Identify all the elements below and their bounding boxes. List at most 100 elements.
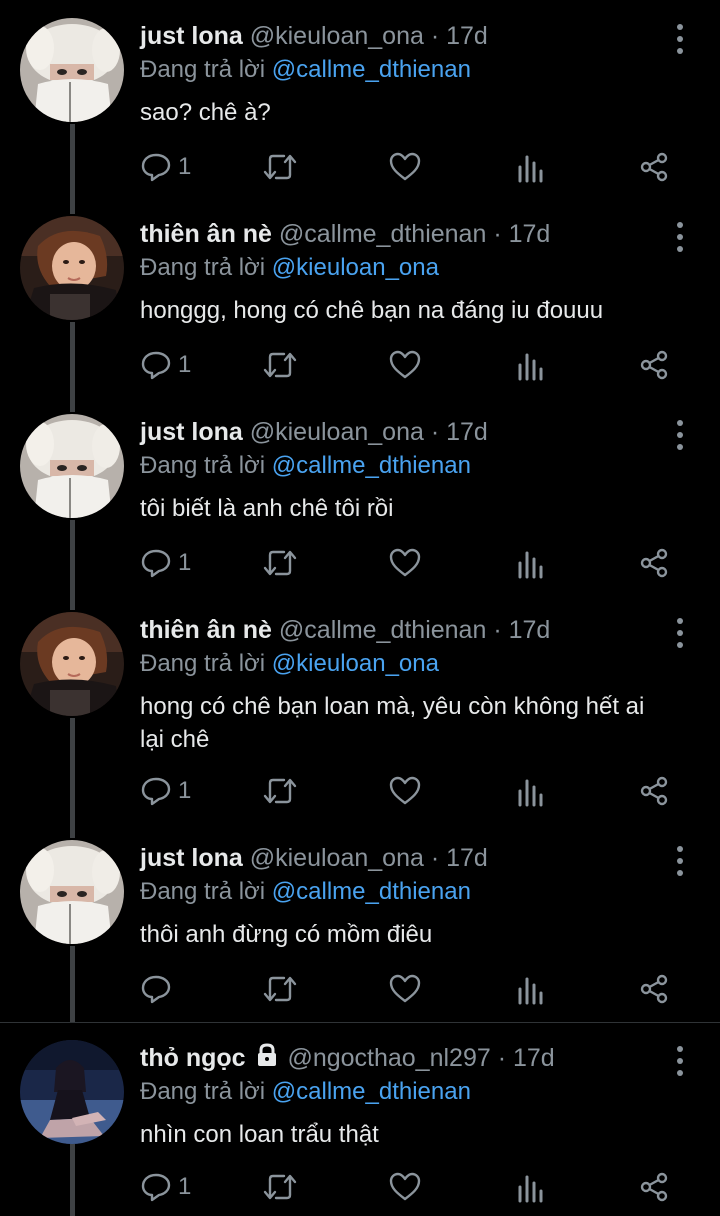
reply-button[interactable]: 1 bbox=[140, 345, 191, 385]
tweet[interactable]: just lona @kieuloan_ona · 17d Đang trả l… bbox=[0, 822, 720, 1022]
separator-dot: · bbox=[430, 22, 440, 50]
avatar[interactable] bbox=[20, 612, 124, 716]
heart-icon bbox=[389, 776, 421, 805]
analytics-button[interactable] bbox=[516, 1167, 546, 1207]
reply-mention-link[interactable]: @callme_dthienan bbox=[272, 1078, 471, 1105]
replying-to-label: Đang trả lời bbox=[140, 1078, 266, 1105]
retweet-button[interactable] bbox=[262, 969, 298, 1009]
tweet[interactable]: thiên ân nè @callme_dthienan · 17d Đang … bbox=[0, 198, 720, 396]
retweet-button[interactable] bbox=[262, 1167, 298, 1207]
like-button[interactable] bbox=[388, 771, 422, 811]
user-handle[interactable]: @callme_dthienan bbox=[279, 616, 486, 644]
retweet-icon bbox=[263, 1174, 297, 1200]
display-name[interactable]: thỏ ngọc bbox=[140, 1044, 246, 1072]
display-name[interactable]: just lona bbox=[140, 418, 243, 446]
heart-icon bbox=[389, 1172, 421, 1201]
more-options-icon[interactable] bbox=[672, 846, 688, 876]
timestamp[interactable]: 17d bbox=[446, 844, 488, 872]
tweet-text: sao? chê à? bbox=[140, 99, 271, 126]
reply-count: 1 bbox=[178, 351, 192, 378]
timestamp[interactable]: 17d bbox=[513, 1044, 555, 1072]
tweet[interactable]: just lona @kieuloan_ona · 17d Đang trả l… bbox=[0, 0, 720, 198]
display-name[interactable]: thiên ân nè bbox=[140, 220, 272, 248]
lock-icon bbox=[258, 1043, 277, 1066]
like-button[interactable] bbox=[388, 147, 422, 187]
reply-button[interactable] bbox=[140, 969, 178, 1009]
share-icon bbox=[640, 548, 668, 578]
analytics-icon bbox=[518, 1175, 543, 1203]
timestamp[interactable]: 17d bbox=[446, 22, 488, 50]
user-handle[interactable]: @kieuloan_ona bbox=[250, 844, 424, 872]
analytics-button[interactable] bbox=[516, 969, 546, 1009]
share-icon bbox=[640, 974, 668, 1004]
more-options-icon[interactable] bbox=[672, 618, 688, 648]
retweet-icon bbox=[263, 352, 297, 378]
reply-button[interactable]: 1 bbox=[140, 1167, 191, 1207]
reply-mention-link[interactable]: @kieuloan_ona bbox=[272, 254, 439, 281]
tweet-text: thôi anh đừng có mồm điêu bbox=[140, 921, 433, 948]
heart-icon bbox=[389, 974, 421, 1003]
separator-dot: · bbox=[493, 616, 502, 644]
timestamp[interactable]: 17d bbox=[446, 418, 488, 446]
tweet[interactable]: thỏ ngọc @ngocthao_nl297 · 17d Đang trả … bbox=[0, 1022, 720, 1216]
more-options-icon[interactable] bbox=[672, 222, 688, 252]
retweet-button[interactable] bbox=[262, 543, 298, 583]
replying-to-label: Đang trả lời bbox=[140, 650, 266, 677]
share-button[interactable] bbox=[638, 543, 670, 583]
display-name[interactable]: thiên ân nè bbox=[140, 616, 272, 644]
user-handle[interactable]: @callme_dthienan bbox=[279, 220, 486, 248]
analytics-icon bbox=[518, 551, 543, 579]
share-button[interactable] bbox=[638, 147, 670, 187]
analytics-button[interactable] bbox=[516, 543, 546, 583]
avatar[interactable] bbox=[20, 216, 124, 320]
user-handle[interactable]: @kieuloan_ona bbox=[250, 418, 424, 446]
like-button[interactable] bbox=[388, 1167, 422, 1207]
analytics-icon bbox=[518, 977, 543, 1005]
tweet[interactable]: just lona @kieuloan_ona · 17d Đang trả l… bbox=[0, 396, 720, 594]
analytics-icon bbox=[518, 779, 543, 807]
reply-button[interactable]: 1 bbox=[140, 771, 191, 811]
share-button[interactable] bbox=[638, 345, 670, 385]
avatar[interactable] bbox=[20, 1040, 124, 1144]
display-name[interactable]: just lona bbox=[140, 844, 243, 872]
reply-mention-link[interactable]: @callme_dthienan bbox=[272, 878, 471, 905]
like-button[interactable] bbox=[388, 543, 422, 583]
analytics-button[interactable] bbox=[516, 771, 546, 811]
like-button[interactable] bbox=[388, 969, 422, 1009]
reply-count: 1 bbox=[178, 777, 192, 804]
avatar[interactable] bbox=[20, 414, 124, 518]
analytics-button[interactable] bbox=[516, 147, 546, 187]
user-handle[interactable]: @kieuloan_ona bbox=[250, 22, 424, 50]
user-handle[interactable]: @ngocthao_nl297 bbox=[287, 1044, 490, 1072]
reply-mention-link[interactable]: @kieuloan_ona bbox=[272, 650, 439, 677]
avatar[interactable] bbox=[20, 840, 124, 944]
tweet-actions: 1 bbox=[140, 1167, 680, 1207]
reply-mention-link[interactable]: @callme_dthienan bbox=[272, 452, 471, 479]
tweet-actions: 1 bbox=[140, 771, 680, 811]
retweet-button[interactable] bbox=[262, 771, 298, 811]
analytics-button[interactable] bbox=[516, 345, 546, 385]
tweet[interactable]: thiên ân nè @callme_dthienan · 17d Đang … bbox=[0, 594, 720, 822]
display-name[interactable]: just lona bbox=[140, 22, 243, 50]
timestamp[interactable]: 17d bbox=[509, 220, 551, 248]
reply-button[interactable]: 1 bbox=[140, 147, 191, 187]
retweet-button[interactable] bbox=[262, 345, 298, 385]
share-button[interactable] bbox=[638, 969, 670, 1009]
retweet-button[interactable] bbox=[262, 147, 298, 187]
more-options-icon[interactable] bbox=[672, 24, 688, 54]
reply-button[interactable]: 1 bbox=[140, 543, 191, 583]
timestamp[interactable]: 17d bbox=[509, 616, 551, 644]
reply-icon bbox=[141, 549, 171, 578]
reply-count: 1 bbox=[178, 549, 192, 576]
share-button[interactable] bbox=[638, 771, 670, 811]
avatar[interactable] bbox=[20, 18, 124, 122]
share-button[interactable] bbox=[638, 1167, 670, 1207]
like-button[interactable] bbox=[388, 345, 422, 385]
reply-mention-link[interactable]: @callme_dthienan bbox=[272, 56, 471, 83]
tweet-actions bbox=[140, 969, 680, 1009]
heart-icon bbox=[389, 152, 421, 181]
share-icon bbox=[640, 776, 668, 806]
tweet-actions: 1 bbox=[140, 543, 680, 583]
more-options-icon[interactable] bbox=[672, 1046, 688, 1076]
more-options-icon[interactable] bbox=[672, 420, 688, 450]
